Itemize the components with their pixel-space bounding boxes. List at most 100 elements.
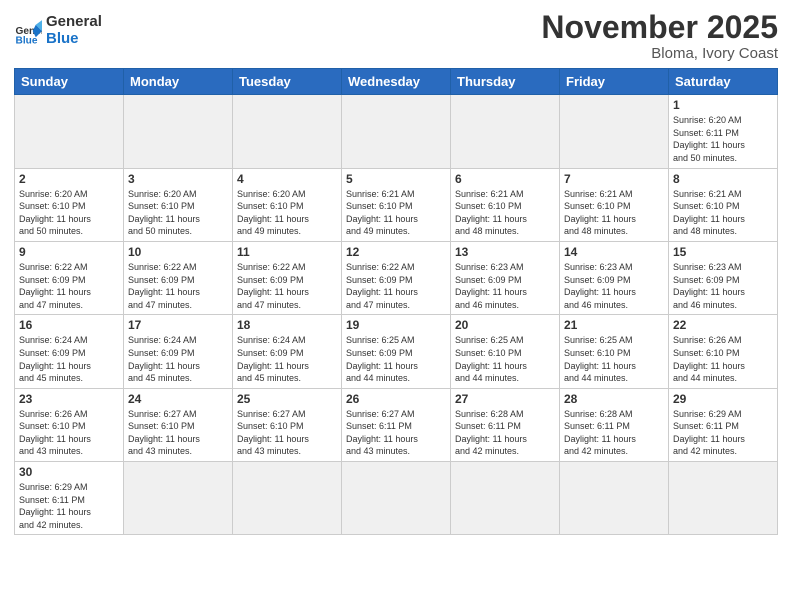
day-info: Sunrise: 6:22 AM Sunset: 6:09 PM Dayligh…	[237, 261, 337, 311]
day-info: Sunrise: 6:26 AM Sunset: 6:10 PM Dayligh…	[19, 408, 119, 458]
day-number: 23	[19, 392, 119, 406]
day-number: 20	[455, 318, 555, 332]
logo: General Blue General Blue	[14, 14, 102, 47]
table-row	[233, 462, 342, 535]
page: General Blue General Blue November 2025 …	[0, 0, 792, 549]
day-number: 22	[673, 318, 773, 332]
table-row: 20 Sunrise: 6:25 AM Sunset: 6:10 PM Dayli…	[451, 315, 560, 388]
table-row: 19 Sunrise: 6:25 AM Sunset: 6:09 PM Dayli…	[342, 315, 451, 388]
col-sunday: Sunday	[15, 69, 124, 95]
table-row: 10Sunrise: 6:22 AM Sunset: 6:09 PM Dayli…	[124, 241, 233, 314]
table-row: 9 Sunrise: 6:22 AM Sunset: 6:09 PM Daylig…	[15, 241, 124, 314]
day-number: 6	[455, 172, 555, 186]
table-row	[342, 462, 451, 535]
day-info: Sunrise: 6:25 AM Sunset: 6:09 PM Dayligh…	[346, 334, 446, 384]
day-info: Sunrise: 6:23 AM Sunset: 6:09 PM Dayligh…	[673, 261, 773, 311]
table-row: 8 Sunrise: 6:21 AM Sunset: 6:10 PM Daylig…	[669, 168, 778, 241]
col-monday: Monday	[124, 69, 233, 95]
day-number: 2	[19, 172, 119, 186]
table-row	[15, 95, 124, 168]
calendar-row-3: 9 Sunrise: 6:22 AM Sunset: 6:09 PM Daylig…	[15, 241, 778, 314]
svg-text:Blue: Blue	[16, 35, 38, 45]
day-number: 11	[237, 245, 337, 259]
day-number: 13	[455, 245, 555, 259]
day-number: 3	[128, 172, 228, 186]
location: Bloma, Ivory Coast	[541, 45, 778, 62]
day-number: 4	[237, 172, 337, 186]
day-info: Sunrise: 6:22 AM Sunset: 6:09 PM Dayligh…	[19, 261, 119, 311]
table-row: 26Sunrise: 6:27 AM Sunset: 6:11 PM Dayli…	[342, 388, 451, 461]
table-row: 7 Sunrise: 6:21 AM Sunset: 6:10 PM Daylig…	[560, 168, 669, 241]
day-info: Sunrise: 6:29 AM Sunset: 6:11 PM Dayligh…	[673, 408, 773, 458]
logo-general: General	[46, 14, 102, 31]
table-row	[560, 462, 669, 535]
day-number: 1	[673, 98, 773, 112]
calendar-row-1: 1 Sunrise: 6:20 AM Sunset: 6:11 PM Daylig…	[15, 95, 778, 168]
col-friday: Friday	[560, 69, 669, 95]
table-row: 5 Sunrise: 6:21 AM Sunset: 6:10 PM Daylig…	[342, 168, 451, 241]
day-info: Sunrise: 6:20 AM Sunset: 6:10 PM Dayligh…	[19, 188, 119, 238]
day-info: Sunrise: 6:21 AM Sunset: 6:10 PM Dayligh…	[673, 188, 773, 238]
day-number: 14	[564, 245, 664, 259]
day-number: 25	[237, 392, 337, 406]
day-number: 21	[564, 318, 664, 332]
day-number: 19	[346, 318, 446, 332]
day-number: 9	[19, 245, 119, 259]
day-info: Sunrise: 6:28 AM Sunset: 6:11 PM Dayligh…	[564, 408, 664, 458]
day-info: Sunrise: 6:27 AM Sunset: 6:10 PM Dayligh…	[128, 408, 228, 458]
table-row: 11 Sunrise: 6:22 AM Sunset: 6:09 PM Dayli…	[233, 241, 342, 314]
day-info: Sunrise: 6:23 AM Sunset: 6:09 PM Dayligh…	[455, 261, 555, 311]
day-info: Sunrise: 6:27 AM Sunset: 6:10 PM Dayligh…	[237, 408, 337, 458]
day-info: Sunrise: 6:24 AM Sunset: 6:09 PM Dayligh…	[128, 334, 228, 384]
table-row	[233, 95, 342, 168]
day-number: 30	[19, 465, 119, 479]
day-info: Sunrise: 6:20 AM Sunset: 6:10 PM Dayligh…	[128, 188, 228, 238]
day-info: Sunrise: 6:29 AM Sunset: 6:11 PM Dayligh…	[19, 481, 119, 531]
logo-blue: Blue	[46, 31, 102, 48]
day-number: 29	[673, 392, 773, 406]
table-row: 23 Sunrise: 6:26 AM Sunset: 6:10 PM Dayli…	[15, 388, 124, 461]
day-number: 10	[128, 245, 228, 259]
table-row: 22Sunrise: 6:26 AM Sunset: 6:10 PM Dayli…	[669, 315, 778, 388]
header: General Blue General Blue November 2025 …	[14, 10, 778, 62]
day-number: 28	[564, 392, 664, 406]
day-info: Sunrise: 6:27 AM Sunset: 6:11 PM Dayligh…	[346, 408, 446, 458]
table-row: 21Sunrise: 6:25 AM Sunset: 6:10 PM Dayli…	[560, 315, 669, 388]
day-info: Sunrise: 6:25 AM Sunset: 6:10 PM Dayligh…	[455, 334, 555, 384]
table-row: 27 Sunrise: 6:28 AM Sunset: 6:11 PM Dayli…	[451, 388, 560, 461]
day-info: Sunrise: 6:20 AM Sunset: 6:10 PM Dayligh…	[237, 188, 337, 238]
table-row	[124, 462, 233, 535]
day-info: Sunrise: 6:21 AM Sunset: 6:10 PM Dayligh…	[564, 188, 664, 238]
calendar-header-row: Sunday Monday Tuesday Wednesday Thursday…	[15, 69, 778, 95]
day-info: Sunrise: 6:22 AM Sunset: 6:09 PM Dayligh…	[346, 261, 446, 311]
day-info: Sunrise: 6:28 AM Sunset: 6:11 PM Dayligh…	[455, 408, 555, 458]
table-row: 15 Sunrise: 6:23 AM Sunset: 6:09 PM Dayli…	[669, 241, 778, 314]
day-info: Sunrise: 6:23 AM Sunset: 6:09 PM Dayligh…	[564, 261, 664, 311]
day-info: Sunrise: 6:24 AM Sunset: 6:09 PM Dayligh…	[237, 334, 337, 384]
table-row	[124, 95, 233, 168]
table-row: 17Sunrise: 6:24 AM Sunset: 6:09 PM Dayli…	[124, 315, 233, 388]
day-info: Sunrise: 6:20 AM Sunset: 6:11 PM Dayligh…	[673, 114, 773, 164]
table-row: 6 Sunrise: 6:21 AM Sunset: 6:10 PM Daylig…	[451, 168, 560, 241]
day-number: 24	[128, 392, 228, 406]
calendar-row-6: 30 Sunrise: 6:29 AM Sunset: 6:11 PM Dayli…	[15, 462, 778, 535]
table-row: 30 Sunrise: 6:29 AM Sunset: 6:11 PM Dayli…	[15, 462, 124, 535]
table-row: 12 Sunrise: 6:22 AM Sunset: 6:09 PM Dayli…	[342, 241, 451, 314]
day-number: 15	[673, 245, 773, 259]
day-number: 7	[564, 172, 664, 186]
col-thursday: Thursday	[451, 69, 560, 95]
day-info: Sunrise: 6:21 AM Sunset: 6:10 PM Dayligh…	[346, 188, 446, 238]
day-number: 8	[673, 172, 773, 186]
table-row: 4 Sunrise: 6:20 AM Sunset: 6:10 PM Daylig…	[233, 168, 342, 241]
table-row	[451, 462, 560, 535]
day-number: 27	[455, 392, 555, 406]
calendar-row-4: 16Sunrise: 6:24 AM Sunset: 6:09 PM Dayli…	[15, 315, 778, 388]
day-number: 12	[346, 245, 446, 259]
day-number: 5	[346, 172, 446, 186]
table-row: 25 Sunrise: 6:27 AM Sunset: 6:10 PM Dayli…	[233, 388, 342, 461]
calendar: Sunday Monday Tuesday Wednesday Thursday…	[14, 68, 778, 535]
day-info: Sunrise: 6:21 AM Sunset: 6:10 PM Dayligh…	[455, 188, 555, 238]
table-row: 1 Sunrise: 6:20 AM Sunset: 6:11 PM Daylig…	[669, 95, 778, 168]
col-wednesday: Wednesday	[342, 69, 451, 95]
table-row: 18Sunrise: 6:24 AM Sunset: 6:09 PM Dayli…	[233, 315, 342, 388]
